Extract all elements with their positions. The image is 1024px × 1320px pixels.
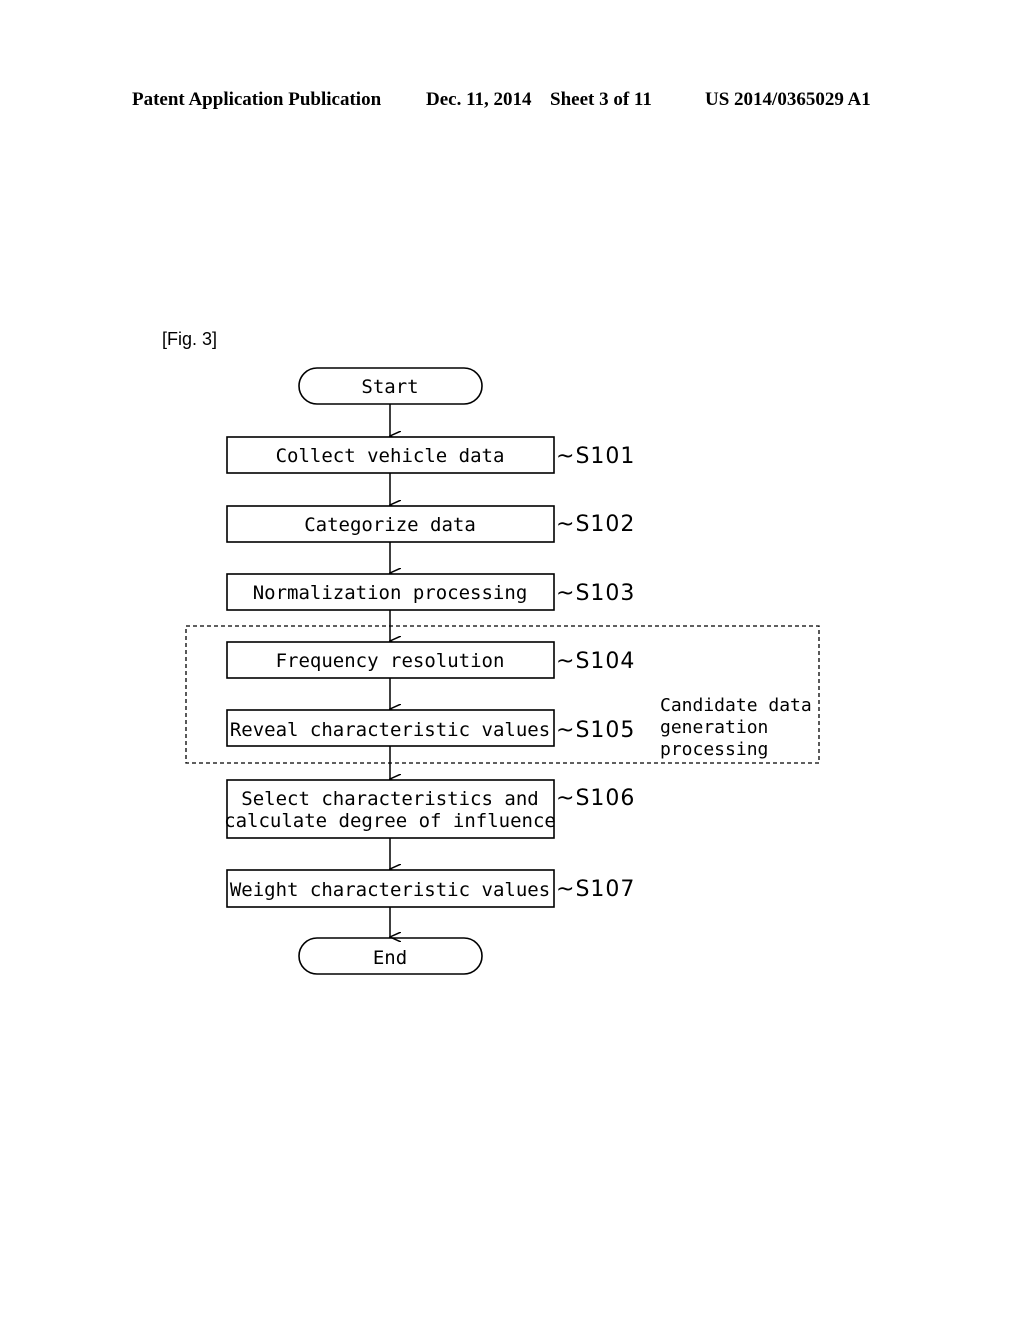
step-label-s106-line1: Select characteristics and — [241, 788, 538, 810]
step-id: S107 — [575, 877, 635, 902]
step-ref-s101: ~S101 — [556, 444, 635, 469]
step-label-s102: Categorize data — [304, 514, 476, 536]
step-label-s105: Reveal characteristic values — [230, 719, 550, 741]
step-id: S104 — [575, 649, 635, 674]
step-id: S106 — [575, 786, 635, 811]
step-ref-s105: ~S105 — [556, 718, 635, 743]
group-label-line: processing — [660, 739, 768, 760]
step-id: S103 — [575, 581, 635, 606]
end-label: End — [373, 947, 407, 969]
step-id: S105 — [575, 718, 635, 743]
step-ref-s106: ~S106 — [556, 786, 635, 811]
group-label-line: Candidate data — [660, 695, 812, 716]
step-id: S101 — [575, 444, 635, 469]
flowchart: Candidate data generation processing Sta… — [185, 367, 820, 975]
step-ref-s103: ~S103 — [556, 581, 635, 606]
group-label-line: generation — [660, 717, 768, 738]
step-label-s101: Collect vehicle data — [276, 445, 505, 467]
step-ref-s104: ~S104 — [556, 649, 635, 674]
step-ref-s102: ~S102 — [556, 512, 635, 537]
step-label-s104: Frequency resolution — [276, 650, 505, 672]
start-label: Start — [361, 376, 418, 398]
step-id: S102 — [575, 512, 635, 537]
step-label-s107: Weight characteristic values — [230, 879, 550, 901]
step-label-s103: Normalization processing — [253, 582, 528, 604]
step-label-s106-line2: calculate degree of influence — [224, 810, 556, 832]
step-ref-s107: ~S107 — [556, 877, 635, 902]
